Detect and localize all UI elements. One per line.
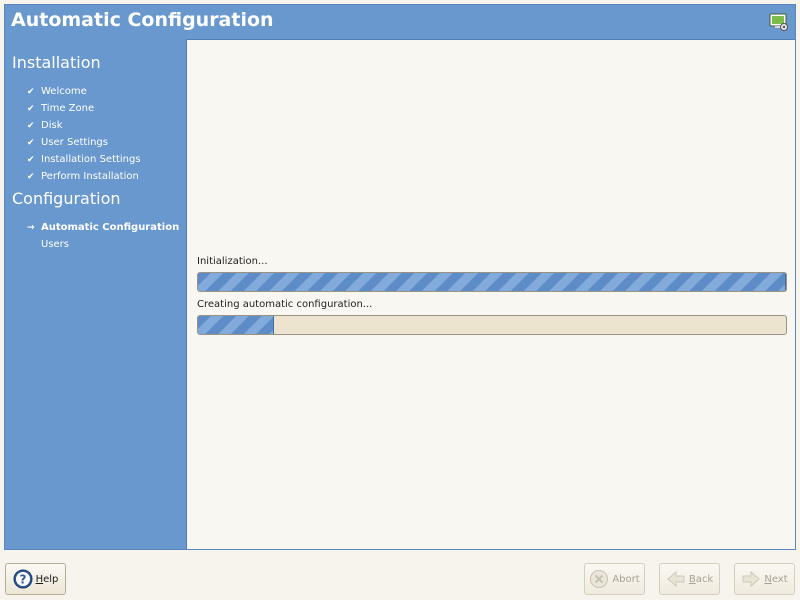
- arrow-right-icon: →: [27, 223, 35, 233]
- abort-label: Abort: [612, 573, 640, 585]
- next-label: Next: [764, 573, 788, 585]
- progress-fill: [198, 273, 786, 291]
- arrow-left-icon: [667, 570, 685, 588]
- step-welcome: ✔ Welcome: [27, 84, 87, 100]
- check-icon: ✔: [27, 121, 35, 131]
- check-icon: ✔: [27, 87, 35, 97]
- main-content: Initialization... Creating automatic con…: [186, 39, 795, 549]
- help-icon: ?: [13, 569, 33, 589]
- step-label: Installation Settings: [41, 154, 141, 165]
- title-bar: Automatic Configuration: [5, 5, 795, 39]
- svg-text:?: ?: [19, 573, 26, 587]
- progress-bar-initialization: [197, 272, 787, 292]
- step-label: User Settings: [41, 137, 108, 148]
- step-user-settings: ✔ User Settings: [27, 135, 108, 151]
- progress-label-auto-config: Creating automatic configuration...: [197, 299, 373, 310]
- check-icon: ✔: [27, 138, 35, 148]
- section-heading-installation: Installation: [12, 53, 101, 72]
- step-label: Automatic Configuration: [41, 222, 180, 233]
- help-label: Help: [35, 573, 59, 585]
- next-button[interactable]: Next: [734, 563, 795, 595]
- progress-label-initialization: Initialization...: [197, 256, 268, 267]
- back-label: Back: [688, 573, 714, 585]
- installer-window: Automatic Configuration Installation ✔ We…: [4, 4, 796, 550]
- page-title: Automatic Configuration: [11, 9, 274, 31]
- progress-fill: [198, 316, 275, 334]
- steps-sidebar: Installation ✔ Welcome ✔ Time Zone ✔ Disk ✔…: [5, 39, 186, 549]
- check-icon: ✔: [27, 155, 35, 165]
- step-time-zone: ✔ Time Zone: [27, 101, 94, 117]
- arrow-right-icon: [742, 570, 761, 588]
- button-bar: ? Help Abort Back Next: [0, 552, 800, 600]
- section-heading-configuration: Configuration: [12, 189, 121, 208]
- step-label: Users: [41, 239, 70, 250]
- check-icon: ✔: [27, 172, 35, 182]
- abort-button[interactable]: Abort: [584, 563, 645, 595]
- help-button[interactable]: ? Help: [5, 563, 66, 595]
- step-disk: ✔ Disk: [27, 118, 62, 134]
- check-icon: ✔: [27, 104, 35, 114]
- step-label: Time Zone: [41, 103, 95, 114]
- step-label: Welcome: [41, 86, 87, 97]
- step-label: Perform Installation: [41, 171, 139, 182]
- step-users: Users: [27, 237, 69, 253]
- progress-bar-auto-config: [197, 315, 787, 335]
- back-button[interactable]: Back: [659, 563, 720, 595]
- step-label: Disk: [41, 120, 63, 131]
- monitor-icon: [769, 13, 788, 31]
- step-perform-installation: ✔ Perform Installation: [27, 169, 139, 185]
- abort-icon: [590, 570, 609, 588]
- step-installation-settings: ✔ Installation Settings: [27, 152, 141, 168]
- step-automatic-configuration: → Automatic Configuration: [27, 220, 179, 236]
